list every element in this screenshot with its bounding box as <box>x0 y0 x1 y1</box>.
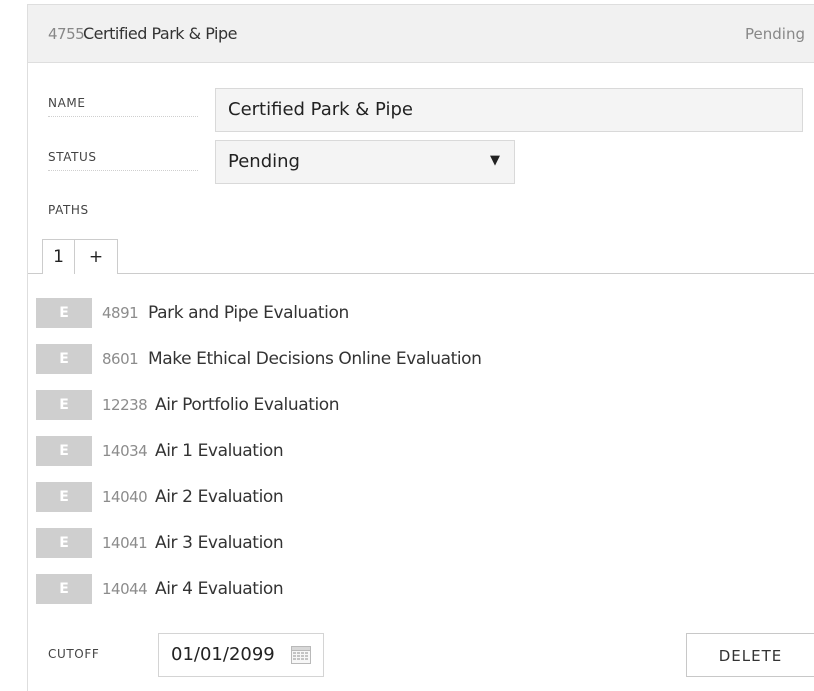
status-select-value: Pending <box>228 151 300 172</box>
name-field-value: Certified Park & Pipe <box>228 99 414 120</box>
evaluation-badge: E <box>36 390 92 420</box>
paths-label: PATHS <box>48 203 89 217</box>
evaluation-badge: E <box>36 344 92 374</box>
item-name: Air 4 Evaluation <box>155 579 284 599</box>
status-label: STATUS <box>48 150 198 171</box>
path-editor-panel: 4755 Certified Park & Pipe Pending NAME … <box>27 4 814 691</box>
item-id: 4891 <box>102 304 139 322</box>
calendar-icon[interactable] <box>291 646 311 664</box>
cutoff-label: CUTOFF <box>48 647 100 661</box>
list-item[interactable]: E 8601 Make Ethical Decisions Online Eva… <box>36 344 796 376</box>
cutoff-date-value: 01/01/2099 <box>171 644 275 665</box>
item-id: 14034 <box>102 442 148 460</box>
status-select[interactable]: Pending ▼ <box>215 140 515 184</box>
name-label: NAME <box>48 96 198 117</box>
item-name: Air 1 Evaluation <box>155 441 284 461</box>
evaluation-badge: E <box>36 436 92 466</box>
list-item[interactable]: E 14040 Air 2 Evaluation <box>36 482 796 514</box>
evaluation-badge: E <box>36 574 92 604</box>
evaluation-badge: E <box>36 298 92 328</box>
item-id: 8601 <box>102 350 139 368</box>
item-name: Air Portfolio Evaluation <box>155 395 340 415</box>
list-item[interactable]: E 4891 Park and Pipe Evaluation <box>36 298 796 330</box>
evaluation-badge: E <box>36 482 92 512</box>
list-item[interactable]: E 14034 Air 1 Evaluation <box>36 436 796 468</box>
tab-path-1[interactable]: 1 <box>42 239 75 274</box>
header-status: Pending <box>745 25 805 43</box>
list-item[interactable]: E 14044 Air 4 Evaluation <box>36 574 796 606</box>
add-path-tab[interactable]: + <box>74 239 118 274</box>
header-id: 4755 <box>48 25 85 43</box>
item-name: Make Ethical Decisions Online Evaluation <box>148 349 482 369</box>
tab-path-1-label: 1 <box>53 247 64 267</box>
add-path-tab-label: + <box>88 247 104 267</box>
evaluation-badge: E <box>36 528 92 558</box>
list-item[interactable]: E 14041 Air 3 Evaluation <box>36 528 796 560</box>
header-title: Certified Park & Pipe <box>83 24 237 43</box>
tabs-divider <box>28 273 814 274</box>
item-id: 14041 <box>102 534 148 552</box>
list-item[interactable]: E 12238 Air Portfolio Evaluation <box>36 390 796 422</box>
item-name: Air 3 Evaluation <box>155 533 284 553</box>
panel-header[interactable]: 4755 Certified Park & Pipe Pending <box>28 4 814 63</box>
cutoff-date-field[interactable]: 01/01/2099 <box>158 633 324 677</box>
item-name: Air 2 Evaluation <box>155 487 284 507</box>
delete-button[interactable]: DELETE <box>686 633 814 677</box>
name-field[interactable]: Certified Park & Pipe <box>215 88 803 132</box>
dropdown-arrow-icon: ▼ <box>490 153 500 168</box>
item-id: 14044 <box>102 580 148 598</box>
item-id: 12238 <box>102 396 148 414</box>
item-name: Park and Pipe Evaluation <box>148 303 349 323</box>
item-id: 14040 <box>102 488 148 506</box>
